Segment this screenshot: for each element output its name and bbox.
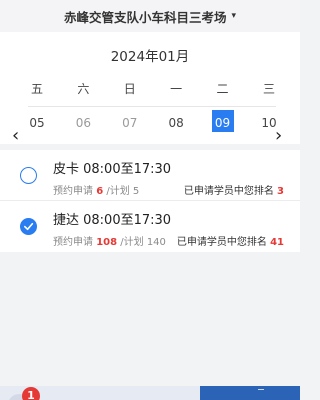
checkmark-icon	[24, 222, 34, 231]
weekday-label: 六	[77, 82, 90, 96]
rank-value: 3	[277, 186, 284, 197]
applied-count: 6	[96, 186, 104, 197]
dropdown-caret-icon: ▾	[231, 11, 237, 21]
bottom-action-bar	[0, 386, 300, 400]
exam-site-selector[interactable]: 赤峰交管支队小车科目三考场 ▾	[0, 0, 300, 32]
plan-count: 140	[146, 237, 166, 248]
weekday-row: 五 六 日 一 二 三	[24, 80, 282, 97]
prev-week-arrow-icon[interactable]: ‹	[12, 125, 19, 146]
slot-rank: 已申请学员中您排名 41	[177, 233, 284, 248]
plan-label: /计划	[120, 237, 144, 248]
date-cell[interactable]: 10	[256, 116, 282, 130]
weekday-label: 二	[216, 82, 229, 96]
rank-label: 已申请学员中您排名	[183, 186, 274, 197]
slot-radio-unchecked[interactable]	[20, 167, 37, 184]
date-picker: 2024年01月 五 六 日 一 二 三 ‹ › 05 06 07 08 09 …	[0, 32, 300, 146]
applied-label: 预约申请	[53, 186, 93, 197]
plan-label: /计划	[106, 186, 130, 197]
slot-quota: 预约申请 108 /计划 140	[53, 233, 166, 248]
applied-count: 108	[96, 237, 118, 248]
date-cell[interactable]: 06	[70, 116, 96, 130]
date-cell[interactable]: 08	[163, 116, 189, 130]
date-row: 05 06 07 08 09 10	[24, 110, 282, 132]
date-cell[interactable]: 07	[117, 116, 143, 130]
weekday-label: 一	[170, 82, 183, 96]
time-slot-item[interactable]: 捷达 08:00至17:30 预约申请 108 /计划 140 已申请学员中您排…	[0, 201, 300, 252]
time-slot-list: 皮卡 08:00至17:30 预约申请 6 /计划 5 已申请学员中您排名 3 …	[0, 150, 300, 252]
date-cell-selected[interactable]: 09	[210, 110, 236, 132]
calendar-divider	[28, 106, 276, 107]
slot-rank: 已申请学员中您排名 3	[184, 182, 284, 197]
time-slot-item[interactable]: 皮卡 08:00至17:30 预约申请 6 /计划 5 已申请学员中您排名 3	[0, 150, 300, 201]
rank-value: 41	[270, 237, 284, 248]
slot-radio-checked[interactable]	[20, 218, 37, 235]
slot-name: 皮卡 08:00至17:30	[53, 162, 172, 177]
weekday-label: 日	[123, 82, 136, 96]
submit-button[interactable]	[200, 386, 300, 400]
cart-badge: 1	[22, 387, 40, 400]
rank-label: 已申请学员中您排名	[176, 237, 267, 248]
slot-quota: 预约申请 6 /计划 5	[53, 182, 139, 197]
calendar-month: 2024年01月	[110, 49, 190, 65]
weekday-label: 三	[262, 82, 275, 96]
selected-date-label: 09	[214, 116, 231, 130]
weekday-label: 五	[30, 82, 43, 96]
exam-site-title: 赤峰交管支队小车科目三考场	[63, 9, 227, 25]
date-cell[interactable]: 05	[24, 116, 50, 130]
plan-count: 5	[132, 186, 140, 197]
applied-label: 预约申请	[53, 237, 93, 248]
slot-name: 捷达 08:00至17:30	[53, 213, 172, 228]
